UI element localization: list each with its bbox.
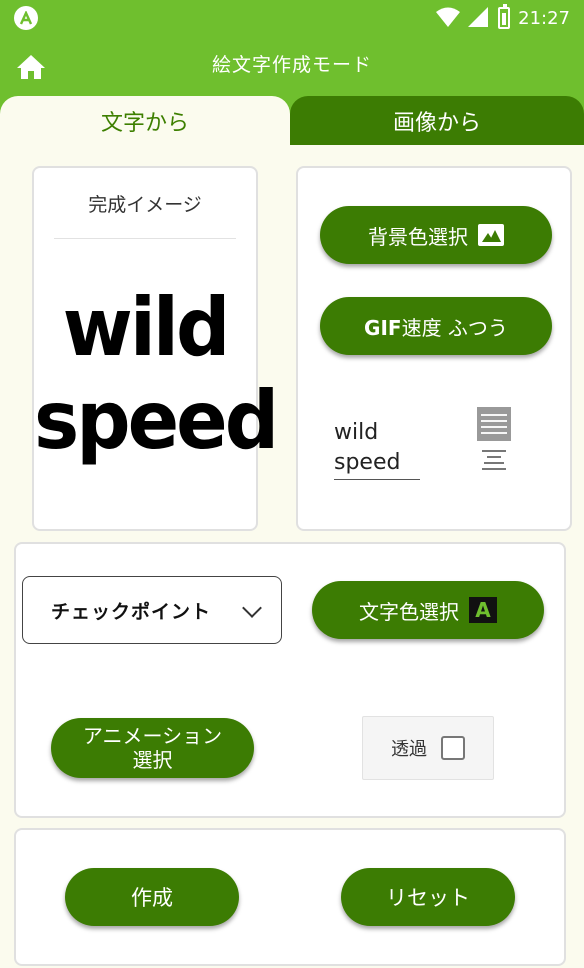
emoji-preview-line1: wild [62, 279, 231, 374]
font-select[interactable]: チェックポイント [22, 576, 282, 644]
signal-icon [468, 7, 489, 27]
tab-from-image[interactable]: 画像から [290, 96, 584, 145]
font-select-value: チェックポイント [51, 601, 212, 623]
tab-from-text[interactable]: 文字から [0, 96, 290, 145]
gif-speed-value: 速度 ふつう [401, 315, 508, 340]
reset-button[interactable]: リセット [341, 868, 515, 926]
app-toolbar: 絵文字作成モード [0, 36, 584, 96]
create-button[interactable]: 作成 [65, 868, 239, 926]
transparent-toggle[interactable]: 透過 [362, 716, 494, 780]
preview-title: 完成イメージ [88, 194, 202, 216]
emoji-text-line2: speed [334, 450, 401, 475]
wifi-icon [436, 7, 461, 27]
battery-icon [498, 4, 511, 29]
transparent-label: 透過 [391, 739, 427, 760]
background-color-button[interactable]: 背景色選択 [320, 206, 552, 264]
preview-divider [54, 238, 236, 239]
gif-prefix: GIF [364, 315, 402, 340]
emoji-text-line1: wild [334, 420, 379, 445]
image-icon [478, 224, 504, 246]
animation-select-button[interactable]: アニメーション 選択 [51, 718, 254, 778]
emoji-preview-line2: speed [34, 372, 279, 468]
align-justify-icon[interactable] [477, 407, 511, 441]
animation-label-line2: 選択 [132, 748, 173, 772]
animation-label-line1: アニメーション [82, 724, 223, 748]
tab-bar: 文字から 画像から [0, 96, 584, 145]
background-color-label: 背景色選択 [368, 224, 468, 249]
app-logo-icon [14, 6, 38, 30]
preview-card: 完成イメージ wild speed [32, 166, 279, 531]
transparent-checkbox[interactable] [441, 736, 465, 760]
emoji-text-input[interactable]: wild speed [334, 418, 420, 480]
status-icons: 21:27 [436, 4, 570, 31]
align-center-icon[interactable] [481, 446, 507, 474]
status-time: 21:27 [518, 7, 570, 29]
emoji-preview-image: wild speed [34, 279, 279, 468]
text-color-button[interactable]: 文字色選択 A [312, 581, 544, 639]
status-bar: 21:27 [0, 0, 584, 36]
chevron-down-icon [242, 598, 262, 618]
text-color-label: 文字色選択 [359, 599, 459, 624]
gif-speed-label: GIF速度 ふつう [364, 312, 508, 341]
font-color-icon: A [469, 597, 497, 623]
page-title: 絵文字作成モード [211, 54, 372, 76]
gif-speed-button[interactable]: GIF速度 ふつう [320, 297, 552, 355]
